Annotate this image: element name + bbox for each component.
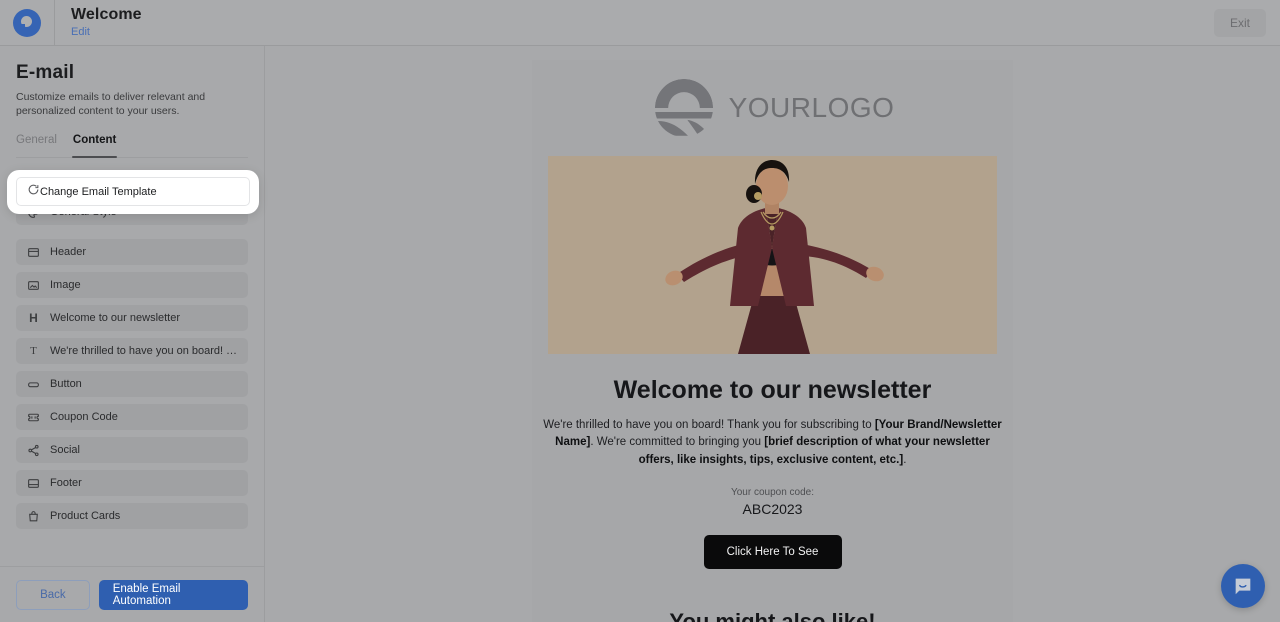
back-button[interactable]: Back (16, 579, 90, 610)
edit-link[interactable]: Edit (71, 26, 142, 39)
app-root: Welcome Edit Exit E-mail Customize email… (0, 0, 1280, 622)
body-text-part-2: . We're committed to bringing you (590, 436, 765, 449)
page-title: Welcome (71, 5, 142, 23)
email-heading: Welcome to our newsletter (613, 376, 932, 404)
sidebar-item-coupon-code[interactable]: Coupon Code (16, 404, 248, 431)
sidebar-header: E-mail Customize emails to deliver relev… (0, 46, 264, 118)
coupon-label: Your coupon code: (730, 486, 815, 498)
hero-image (548, 156, 997, 354)
sidebar-item-paragraph-text[interactable]: T We're thrilled to have you on board! T… (16, 338, 248, 365)
button-icon (26, 377, 41, 392)
title-block: Welcome Edit (71, 6, 142, 39)
sidebar-footer: Back Enable Email Automation (0, 566, 264, 622)
sidebar-item-label: Footer (50, 477, 82, 490)
email-body-text: We're thrilled to have you on board! Tha… (542, 417, 1003, 469)
body-text-part-1: We're thrilled to have you on board! Tha… (543, 419, 875, 431)
sidebar-item-label: Social (50, 444, 80, 457)
sidebar-item-label: Header (50, 246, 87, 259)
sidebar-item-label: Product Cards (50, 510, 121, 523)
sidebar-item-social[interactable]: Social (16, 437, 248, 464)
sidebar-item-header[interactable]: Header (16, 239, 248, 266)
sidebar-item-change-email-template[interactable]: Change Email Template (16, 177, 250, 206)
sunrise-circle-logo-icon (654, 78, 713, 136)
text-icon: T (30, 345, 37, 358)
ticket-icon (26, 410, 41, 425)
sidebar-item-button[interactable]: Button (16, 371, 248, 398)
bag-icon (26, 509, 41, 524)
email-logo-row: YOURLOGO (532, 60, 1013, 156)
tab-general[interactable]: General (16, 134, 57, 157)
sidebar-heading: E-mail (16, 62, 75, 83)
chat-widget-button[interactable] (1221, 564, 1265, 608)
sidebar-item-label: Change Email Template (40, 185, 157, 198)
heading-icon: H (29, 311, 38, 326)
spotlight-highlight: Change Email Template (7, 170, 259, 214)
app-logo-icon (13, 8, 41, 37)
email-preview-area: YOURLOGO Welcome to our newsletter We're… (265, 46, 1280, 622)
sidebar-item-product-cards[interactable]: Product Cards (16, 503, 248, 530)
sidebar-item-label: Coupon Code (50, 411, 118, 424)
cta-button[interactable]: Click Here To See (703, 534, 842, 569)
top-bar: Welcome Edit Exit (0, 0, 1280, 46)
tab-content[interactable]: Content (71, 134, 118, 159)
sidebar-item-image[interactable]: Image (16, 272, 248, 299)
share-icon (26, 443, 41, 458)
image-icon (26, 278, 41, 293)
email-logo-text: YOURLOGO (728, 92, 895, 123)
email-canvas: YOURLOGO Welcome to our newsletter We're… (532, 60, 1013, 622)
brand-cell (0, 0, 55, 46)
tab-bar: General Content (16, 134, 248, 159)
sidebar-item-label: Image (50, 279, 81, 292)
header-block-icon (26, 245, 41, 260)
sidebar-subheading: Customize emails to deliver relevant and… (16, 91, 206, 118)
sidebar-block-list: General Style Header Image (0, 166, 264, 530)
sidebar-item-label: We're thrilled to have you on board! Tha… (50, 345, 238, 358)
chat-bubble-icon (1235, 578, 1251, 595)
sidebar-item-label: Button (50, 378, 82, 391)
sidebar-item-footer[interactable]: Footer (16, 470, 248, 497)
sidebar-item-label: Welcome to our newsletter (50, 312, 181, 325)
refresh-icon (27, 183, 40, 201)
sidebar-item-welcome-heading[interactable]: H Welcome to our newsletter (16, 305, 248, 332)
enable-email-automation-button[interactable]: Enable Email Automation (98, 579, 248, 610)
email-secondary-heading: You might also like! (669, 608, 876, 622)
body-text-part-3: . (903, 453, 907, 466)
cta-wrapper: Click Here To See (532, 534, 1013, 569)
exit-button[interactable]: Exit (1214, 9, 1266, 37)
coupon-code: ABC2023 (742, 500, 803, 517)
sidebar: E-mail Customize emails to deliver relev… (0, 46, 265, 622)
footer-block-icon (26, 476, 41, 491)
